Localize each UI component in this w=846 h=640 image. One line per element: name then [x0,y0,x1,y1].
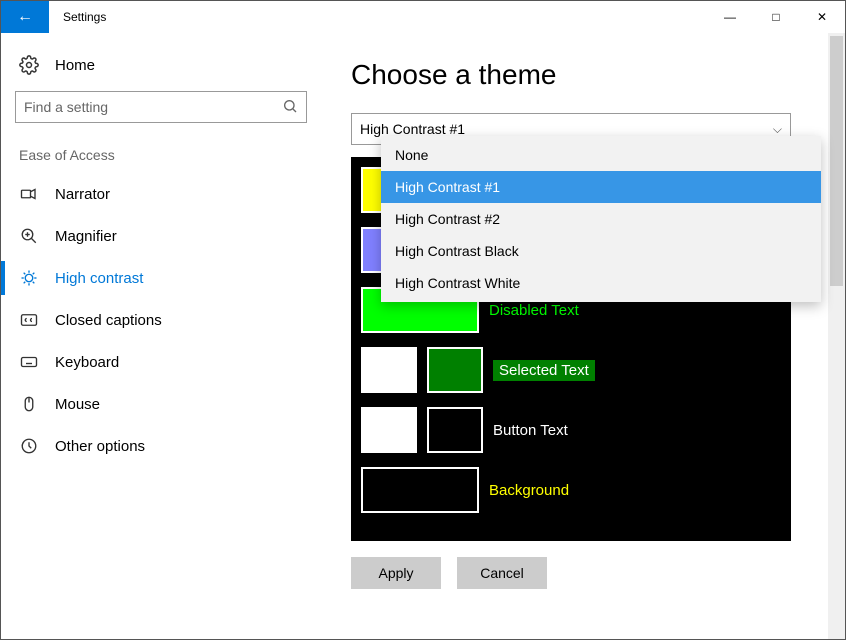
color-swatch[interactable] [361,347,417,393]
close-button[interactable]: ✕ [799,1,845,33]
sidebar-item-mouse[interactable]: Mouse [1,383,321,425]
page-title: Choose a theme [351,59,825,91]
sidebar-item-closed-captions[interactable]: Closed captions [1,299,321,341]
preview-row: Button Text [361,407,781,453]
sidebar-item-label: Keyboard [55,354,119,371]
apply-button-label: Apply [378,565,413,581]
cancel-button-label: Cancel [480,565,524,581]
sidebar-item-label: Narrator [55,186,110,203]
high-contrast-icon [19,269,39,287]
window-title: Settings [49,1,106,33]
color-swatch[interactable] [361,467,479,513]
chevron-down-icon: ⌵ [773,122,782,137]
closed-captions-icon [19,311,39,329]
apply-button[interactable]: Apply [351,557,441,589]
sidebar-item-high-contrast[interactable]: High contrast [1,257,321,299]
sidebar-group-header: Ease of Access [1,137,321,173]
theme-combo-value: High Contrast #1 [360,121,465,137]
sidebar-item-magnifier[interactable]: Magnifier [1,215,321,257]
sidebar-item-label: Magnifier [55,228,117,245]
preview-label: Disabled Text [489,302,579,319]
search-input[interactable]: Find a setting [15,91,307,123]
maximize-icon: □ [772,10,779,24]
maximize-button[interactable]: □ [753,1,799,33]
preview-row: Background [361,467,781,513]
sidebar: Home Find a setting Ease of Access Narra… [1,33,321,639]
sidebar-item-label: High contrast [55,270,143,287]
preview-label: Selected Text [493,360,595,381]
preview-row: Selected Text [361,347,781,393]
sidebar-item-narrator[interactable]: Narrator [1,173,321,215]
dropdown-option[interactable]: None [381,139,821,171]
mouse-icon [19,395,39,413]
color-swatch[interactable] [427,347,483,393]
sidebar-item-label: Closed captions [55,312,162,329]
scrollbar-thumb[interactable] [830,36,843,286]
keyboard-icon [19,353,39,371]
back-button[interactable]: ← [1,1,49,33]
title-bar: ← Settings ― □ ✕ [1,1,845,33]
theme-dropdown: NoneHigh Contrast #1High Contrast #2High… [381,136,821,302]
narrator-icon [19,185,39,203]
dropdown-option[interactable]: High Contrast #1 [381,171,821,203]
sidebar-home[interactable]: Home [1,47,321,91]
search-placeholder: Find a setting [24,99,282,115]
dropdown-option[interactable]: High Contrast #2 [381,203,821,235]
vertical-scrollbar[interactable] [828,33,845,639]
dropdown-option[interactable]: High Contrast Black [381,235,821,267]
sidebar-home-label: Home [55,57,95,74]
magnifier-icon [19,227,39,245]
color-swatch[interactable] [427,407,483,453]
back-arrow-icon: ← [17,8,33,26]
preview-label: Background [489,482,569,499]
sidebar-item-label: Other options [55,438,145,455]
search-icon [282,98,298,117]
minimize-icon: ― [724,10,736,24]
sidebar-item-keyboard[interactable]: Keyboard [1,341,321,383]
main-panel: Choose a theme High Contrast #1 ⌵ TextHy… [321,33,845,639]
sidebar-item-other-options[interactable]: Other options [1,425,321,467]
gear-icon [19,55,39,75]
sidebar-item-label: Mouse [55,396,100,413]
cancel-button[interactable]: Cancel [457,557,547,589]
color-swatch[interactable] [361,407,417,453]
dropdown-option[interactable]: High Contrast White [381,267,821,299]
close-icon: ✕ [817,10,827,24]
other-options-icon [19,437,39,455]
preview-label: Button Text [493,422,568,439]
window-controls: ― □ ✕ [707,1,845,33]
minimize-button[interactable]: ― [707,1,753,33]
